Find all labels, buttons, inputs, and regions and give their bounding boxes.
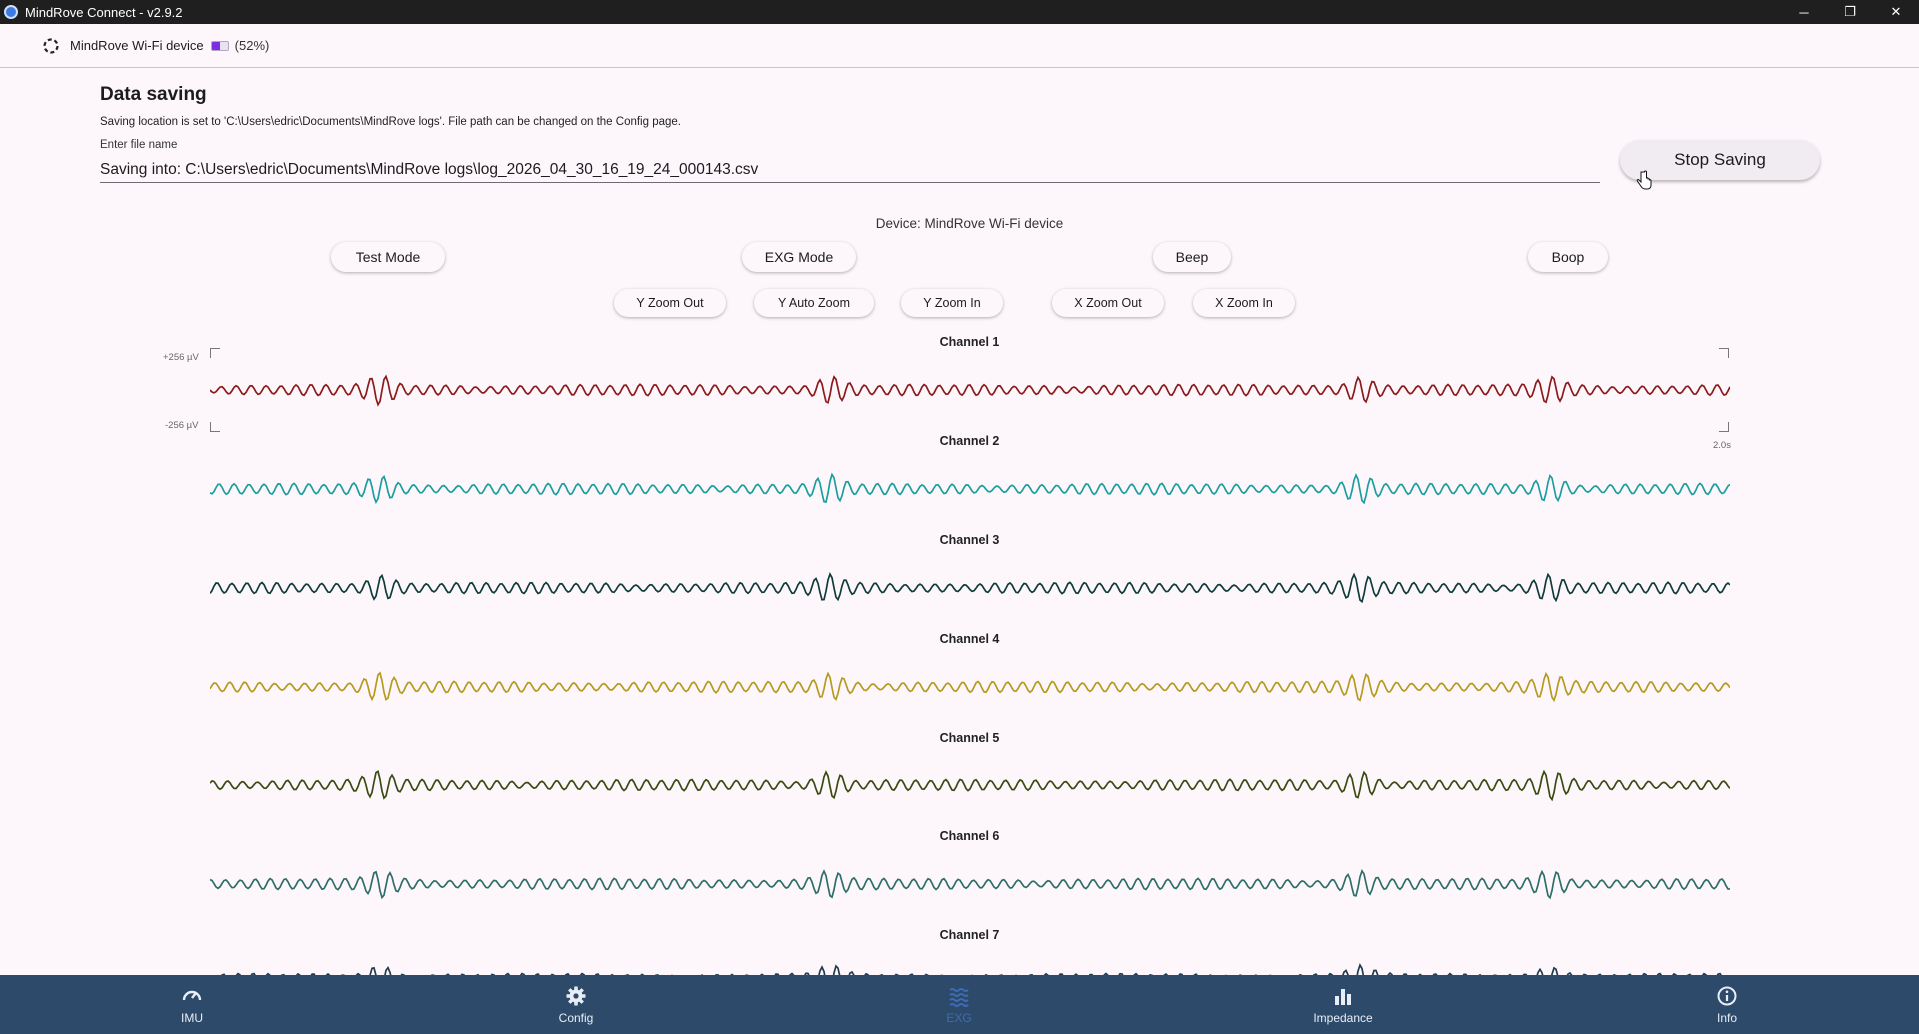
window-controls: ─ ❐ ✕ <box>1781 0 1919 24</box>
saving-location-text: Saving location is set to 'C:\Users\edri… <box>100 116 681 128</box>
channel-2-trace <box>210 472 1730 505</box>
battery-percent: (52%) <box>234 38 270 53</box>
channel-4-waveform <box>210 671 1730 703</box>
test-mode-button[interactable]: Test Mode <box>331 242 445 272</box>
beep-button[interactable]: Beep <box>1153 242 1231 272</box>
info-icon <box>1717 986 1737 1005</box>
plot-corner-br <box>1719 422 1729 432</box>
channel-3-title: Channel 3 <box>939 533 1000 547</box>
nav-info[interactable]: Info <box>1667 975 1787 1034</box>
window-titlebar: MindRove Connect - v2.9.2 ─ ❐ ✕ <box>0 0 1919 24</box>
exg-mode-button[interactable]: EXG Mode <box>742 242 856 272</box>
channel-3-waveform <box>210 572 1730 604</box>
gear-icon <box>566 986 586 1005</box>
y-zoom-in-button[interactable]: Y Zoom In <box>901 289 1003 317</box>
channel-3-trace <box>210 572 1730 604</box>
channel-6-waveform <box>210 869 1730 900</box>
y-zoom-out-button[interactable]: Y Zoom Out <box>614 289 726 317</box>
channel-1-waveform <box>210 374 1730 407</box>
channel-1-trace <box>210 374 1730 407</box>
data-saving-title: Data saving <box>100 84 207 105</box>
battery-fill <box>211 41 220 50</box>
minimize-button[interactable]: ─ <box>1781 0 1827 24</box>
x-zoom-in-button[interactable]: X Zoom In <box>1193 289 1295 317</box>
nav-exg[interactable]: EXG <box>899 975 1019 1034</box>
channel-2-title: Channel 2 <box>939 434 1000 448</box>
channel-6-trace <box>210 869 1730 900</box>
nav-impedance[interactable]: Impedance <box>1283 975 1403 1034</box>
channel-7-waveform <box>221 962 1722 975</box>
plot-corner-tr <box>1719 348 1729 358</box>
channel-5-title: Channel 5 <box>939 731 1000 745</box>
plot-corner-tl <box>210 348 220 358</box>
device-header: MindRove Wi-Fi device (52%) <box>0 24 1919 68</box>
nav-config-label: Config <box>558 1010 594 1025</box>
channel-6-title: Channel 6 <box>939 829 1000 843</box>
y-min-label: -256 µV <box>165 420 199 431</box>
channel-5-trace <box>210 769 1730 802</box>
bar-chart-icon <box>1335 988 1351 1005</box>
device-label: Device: MindRove Wi-Fi device <box>875 216 1064 231</box>
nav-config[interactable]: Config <box>516 975 636 1034</box>
app-logo-icon <box>4 5 18 19</box>
y-auto-zoom-button[interactable]: Y Auto Zoom <box>754 289 874 317</box>
battery-icon <box>210 40 229 51</box>
channel-2-waveform <box>210 472 1730 505</box>
device-name: MindRove Wi-Fi device <box>70 38 204 53</box>
channel-7-trace <box>221 962 1722 975</box>
waves-icon <box>949 987 969 1007</box>
boop-button[interactable]: Boop <box>1528 242 1608 272</box>
close-button[interactable]: ✕ <box>1873 0 1919 24</box>
nav-imu[interactable]: IMU <box>132 975 252 1034</box>
file-name-input[interactable] <box>100 157 1600 183</box>
y-max-label: +256 µV <box>163 352 199 363</box>
channel-1-title: Channel 1 <box>939 335 1000 349</box>
channel-4-trace <box>210 671 1730 703</box>
plot-corner-bl <box>210 422 220 432</box>
nav-imu-label: IMU <box>181 1010 203 1025</box>
hand-cursor-icon <box>1636 170 1652 190</box>
channel-7-title: Channel 7 <box>939 928 1000 942</box>
channel-5-waveform <box>210 769 1730 802</box>
restore-button[interactable]: ❐ <box>1827 0 1873 24</box>
connection-spinner-icon <box>41 36 61 56</box>
bottom-navigation: IMU Config EXG Impedance Info <box>0 975 1919 1034</box>
nav-info-label: Info <box>1716 1010 1737 1025</box>
channel-4-title: Channel 4 <box>939 632 1000 646</box>
window-title: MindRove Connect - v2.9.2 <box>25 4 183 20</box>
speedometer-icon <box>182 990 202 1000</box>
nav-exg-label: EXG <box>946 1010 972 1025</box>
nav-impedance-label: Impedance <box>1313 1010 1373 1025</box>
x-zoom-out-button[interactable]: X Zoom Out <box>1052 289 1164 317</box>
file-name-label: Enter file name <box>100 139 178 151</box>
